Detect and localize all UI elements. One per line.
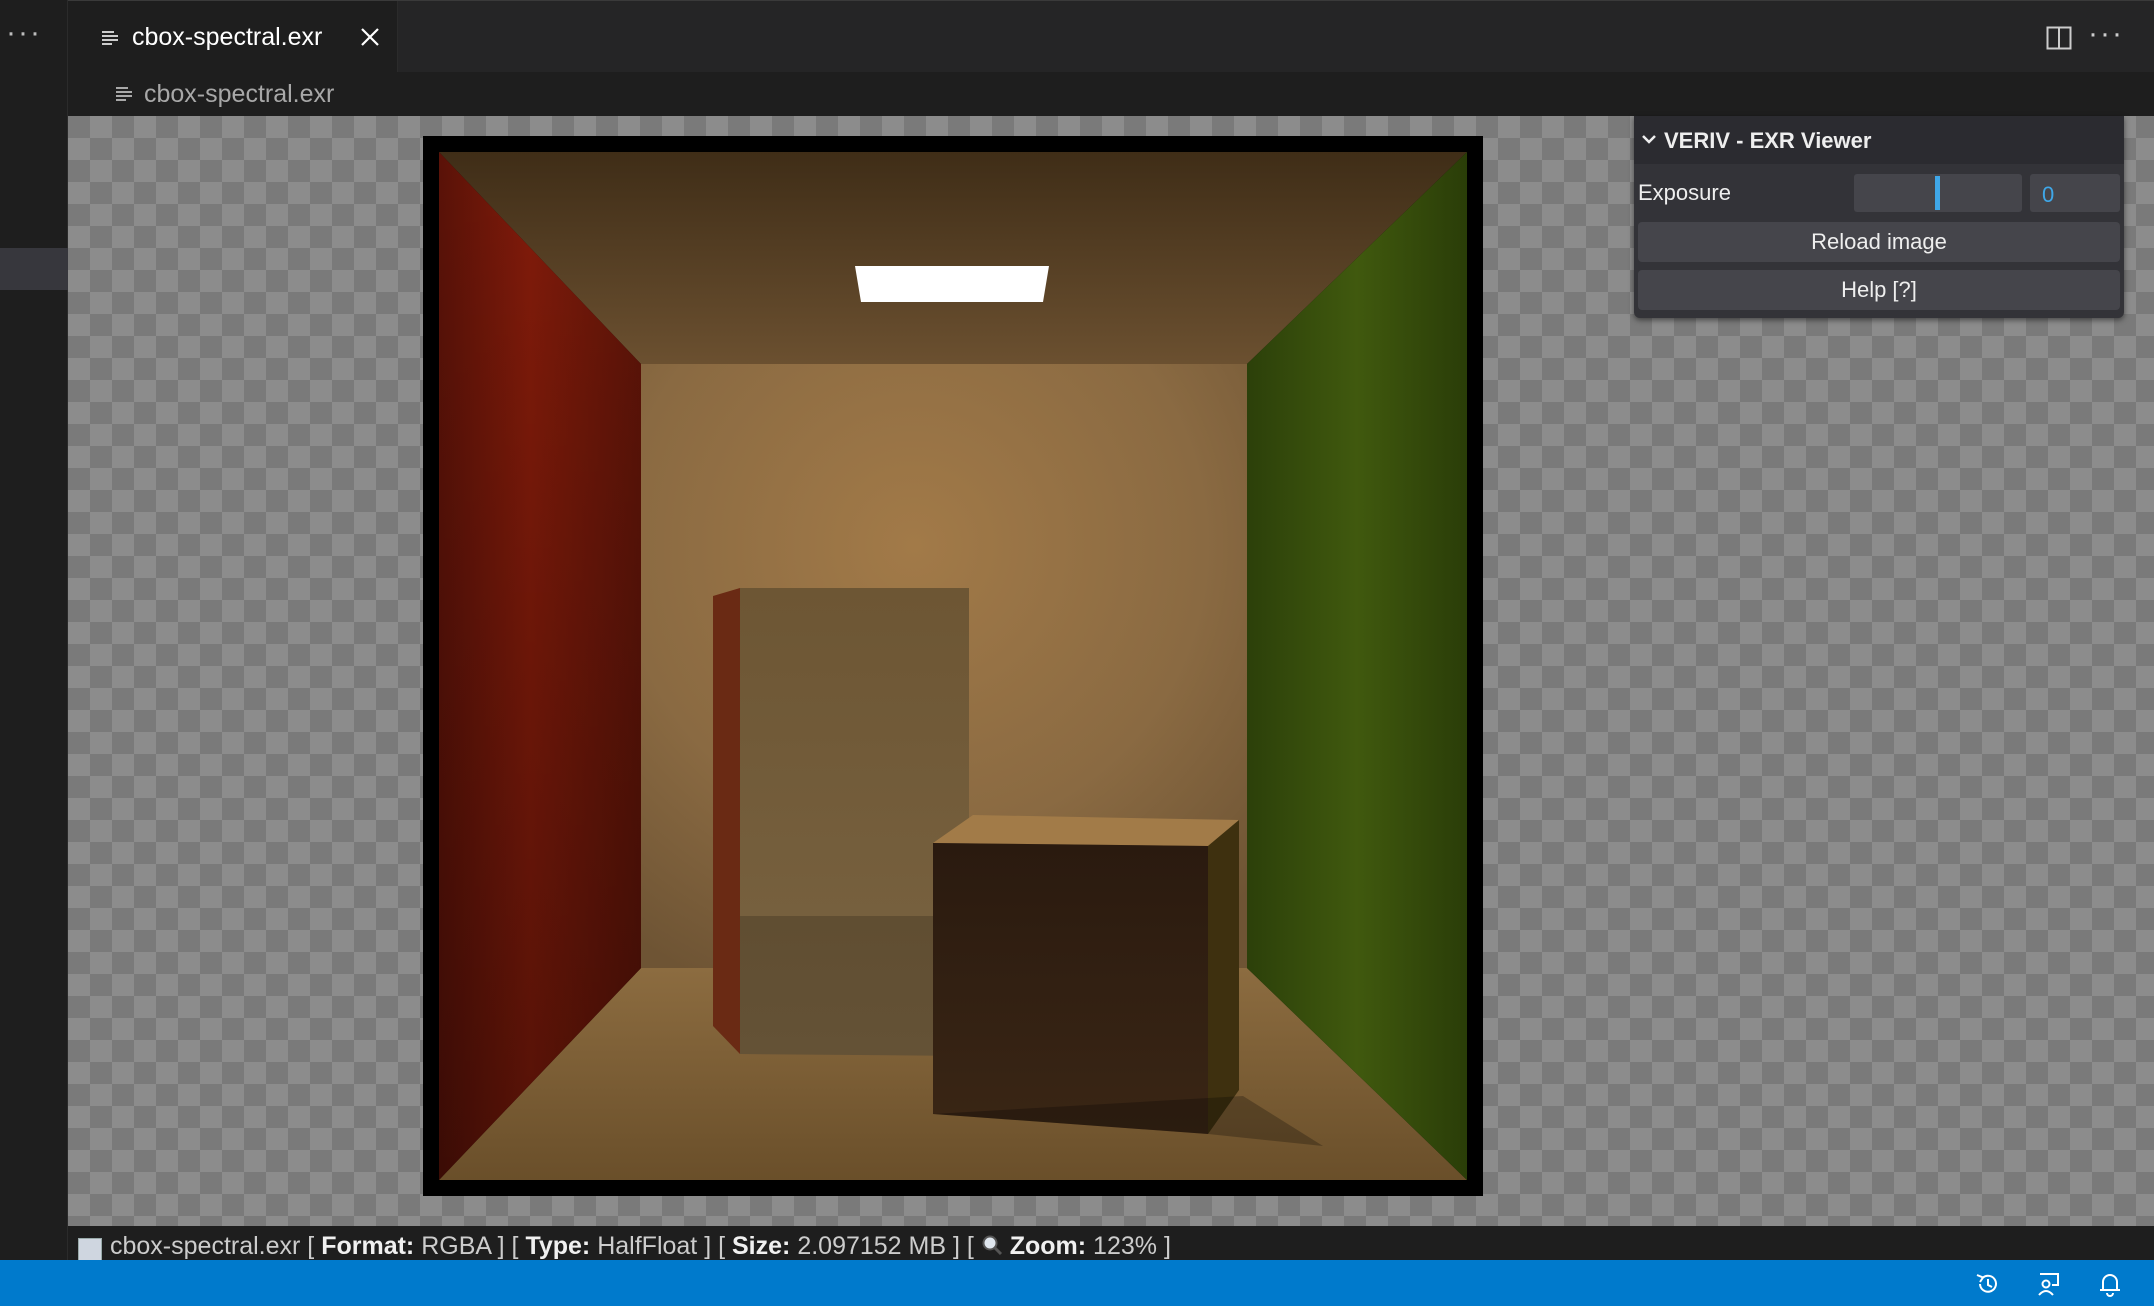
split-editor-icon[interactable]	[2046, 25, 2072, 51]
info-zoom-value: 123%	[1093, 1232, 1157, 1260]
magnifier-icon	[982, 1235, 1002, 1256]
vscode-window: ··· cbox-spectral.exr ··· cbox-spectral.…	[0, 0, 2154, 1306]
tab-bar: cbox-spectral.exr ···	[68, 0, 2154, 73]
sidebar: ···	[0, 0, 68, 1260]
chevron-down-icon[interactable]	[1640, 130, 1658, 148]
reload-image-button[interactable]: Reload image	[1638, 222, 2120, 262]
status-bar	[0, 1260, 2154, 1306]
remote-icon[interactable]	[2036, 1270, 2064, 1298]
sidebar-more-icon[interactable]: ···	[6, 18, 42, 48]
tab-label: cbox-spectral.exr	[132, 23, 323, 51]
file-icon	[102, 31, 118, 45]
info-type-key: Type:	[525, 1232, 591, 1260]
image-info-text: cbox-spectral.exr [ Format: RGBA ] [ Typ…	[110, 1232, 1171, 1260]
image-thumbnail-icon	[78, 1238, 102, 1262]
info-format-value: RGBA	[421, 1232, 491, 1260]
panel-header[interactable]: VERIV - EXR Viewer	[1634, 116, 2124, 164]
breadcrumb: cbox-spectral.exr	[68, 72, 2154, 116]
image-info-bar: cbox-spectral.exr [ Format: RGBA ] [ Typ…	[68, 1226, 2154, 1262]
breadcrumb-item[interactable]: cbox-spectral.exr	[144, 80, 334, 109]
exposure-slider-handle[interactable]	[1935, 176, 1940, 210]
info-format-key: Format:	[321, 1232, 415, 1260]
bell-icon[interactable]	[2096, 1270, 2124, 1298]
help-button[interactable]: Help [?]	[1638, 270, 2120, 310]
cornell-box-render	[423, 136, 1483, 1196]
exr-viewer-panel: VERIV - EXR Viewer Exposure 0 Reload ima…	[1634, 116, 2124, 318]
info-size-value: 2.097152 MB	[797, 1232, 947, 1260]
info-filename: cbox-spectral.exr	[110, 1232, 301, 1260]
file-icon	[116, 87, 132, 101]
more-icon[interactable]: ···	[2088, 19, 2124, 49]
info-type-value: HalfFloat	[597, 1232, 698, 1260]
tab-cbox-spectral[interactable]: cbox-spectral.exr	[68, 1, 398, 73]
history-icon[interactable]	[1974, 1270, 2002, 1298]
info-size-key: Size:	[732, 1232, 791, 1260]
exposure-label: Exposure	[1638, 180, 1731, 205]
exposure-slider[interactable]	[1854, 174, 2022, 212]
close-icon[interactable]	[358, 25, 382, 49]
sidebar-active-item[interactable]	[0, 248, 68, 290]
exposure-value-field[interactable]: 0	[2030, 174, 2120, 212]
info-zoom-key: Zoom:	[1009, 1232, 1087, 1260]
panel-title: VERIV - EXR Viewer	[1664, 128, 1872, 153]
